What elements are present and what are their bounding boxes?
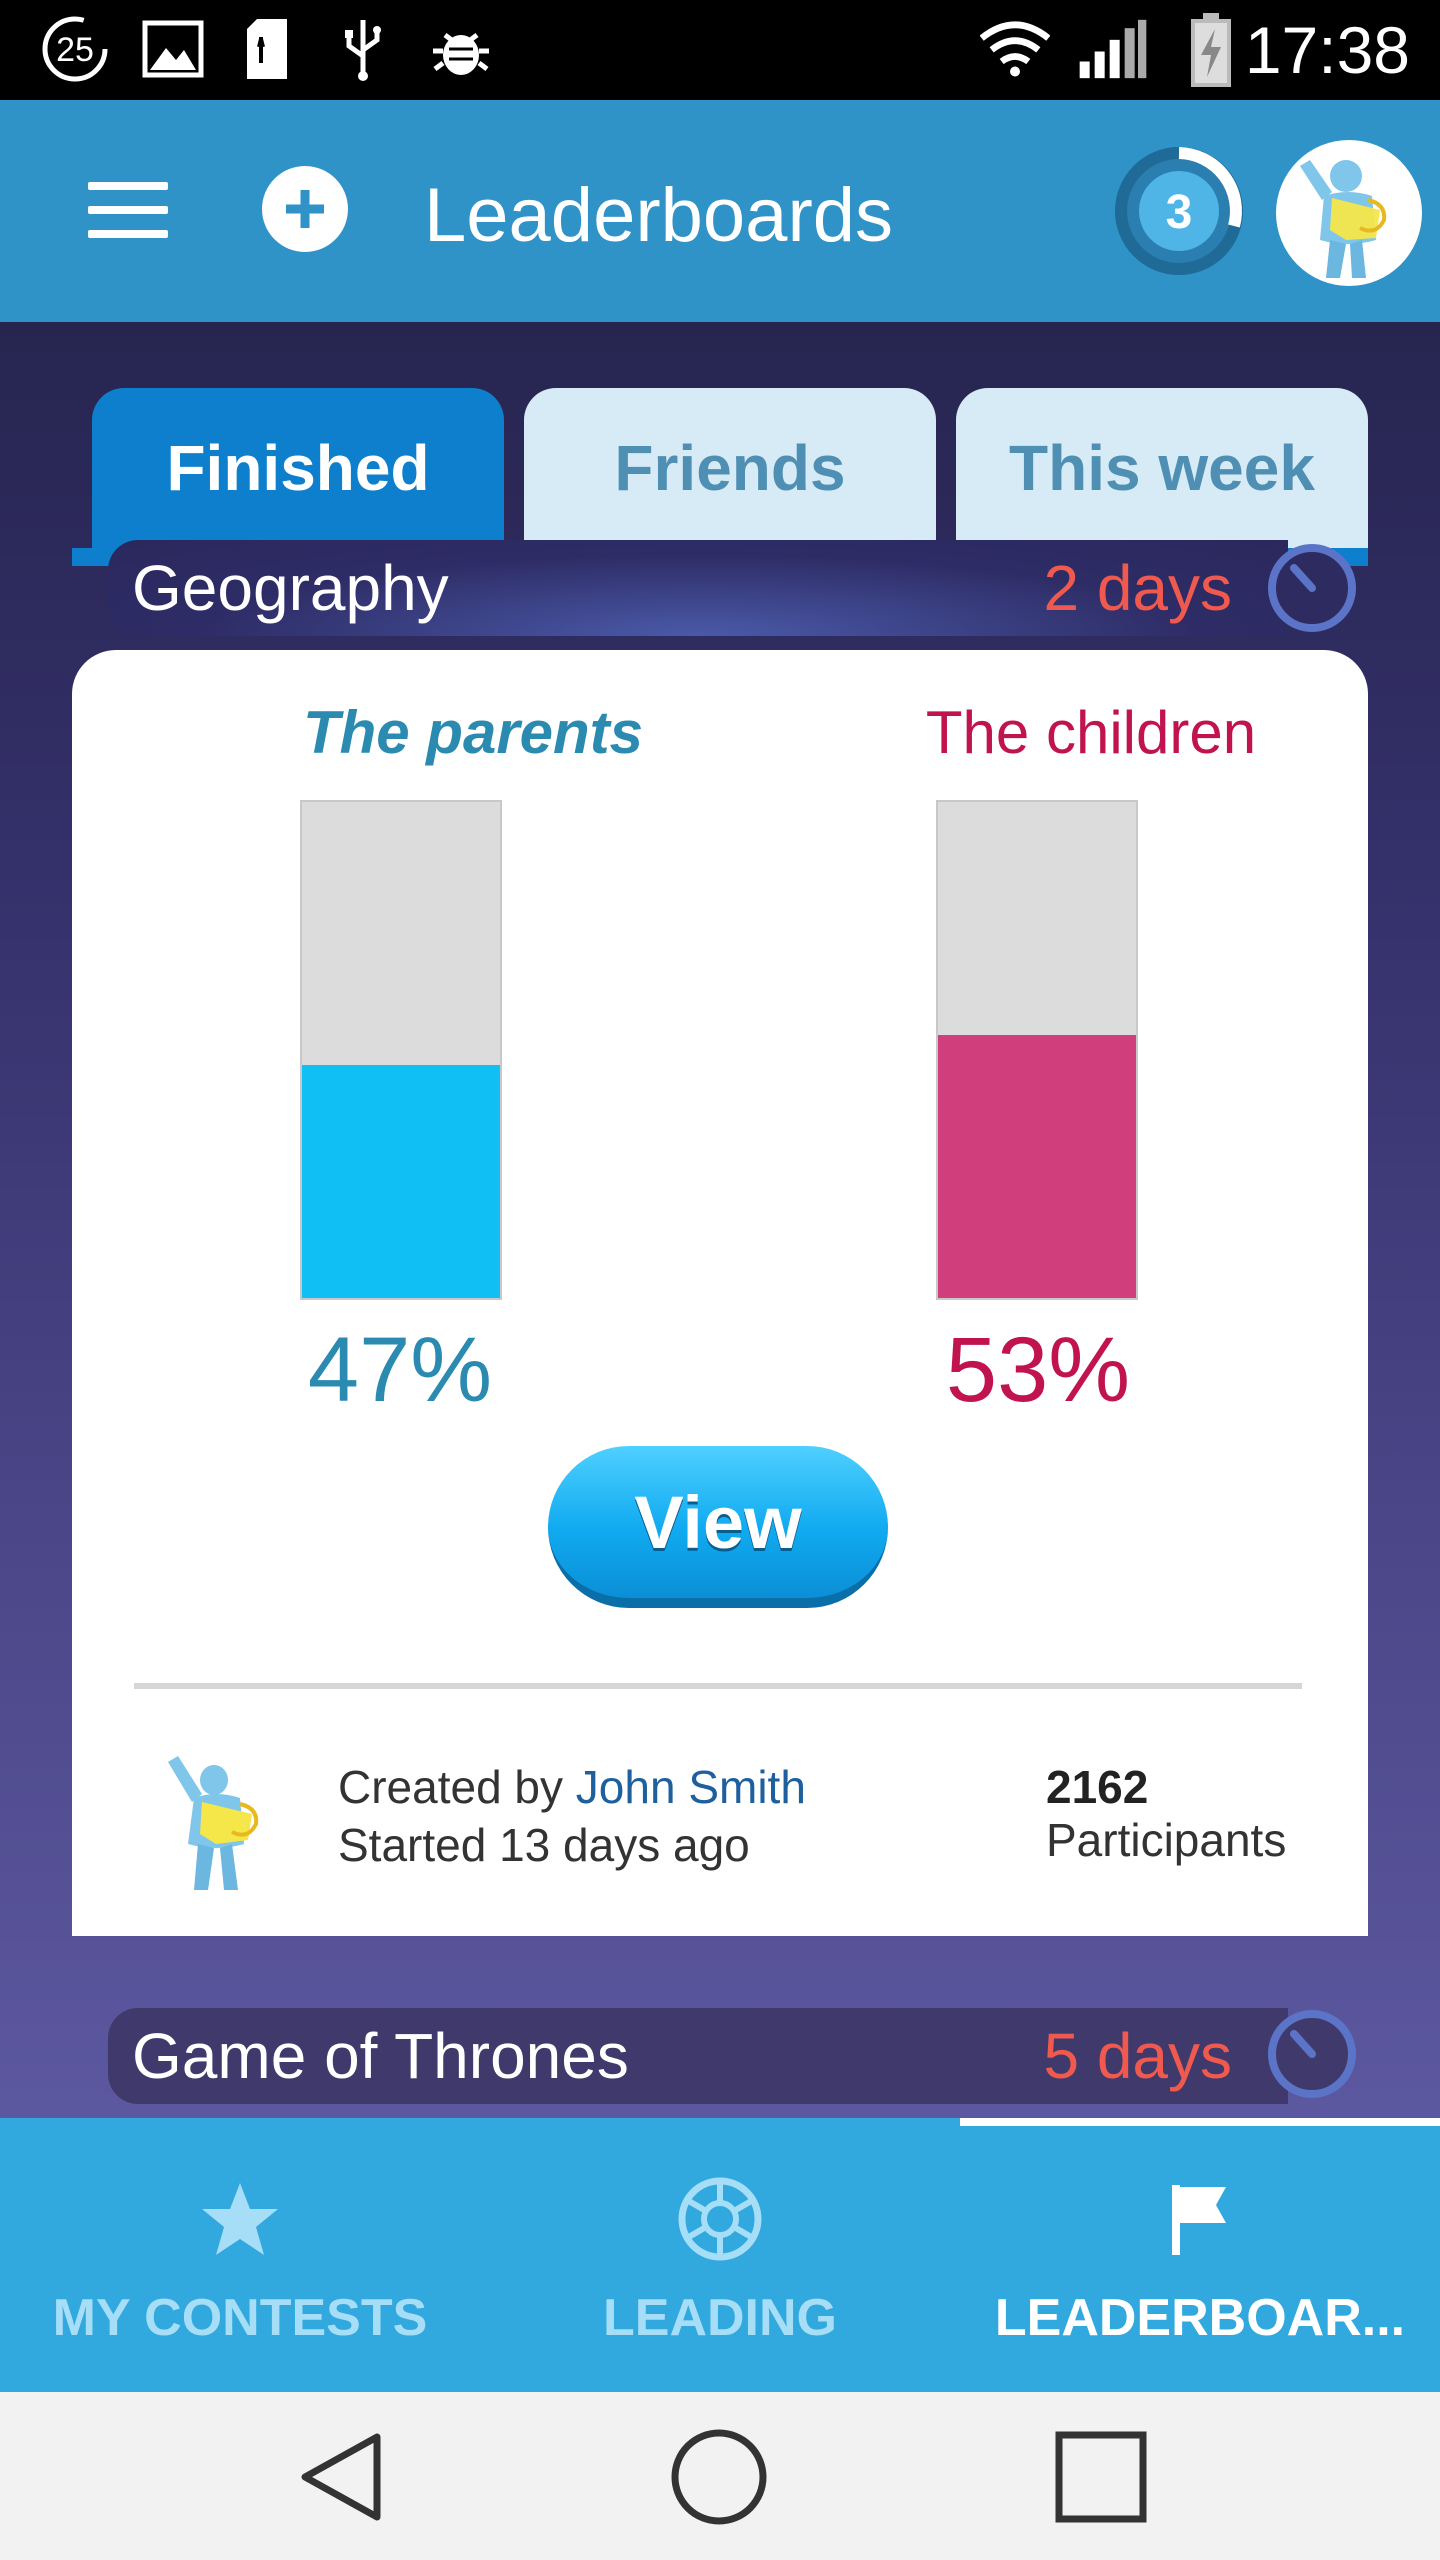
team-children-bar [936,800,1138,1300]
battery-charging-icon [1176,13,1246,87]
tab-friends[interactable]: Friends [524,388,936,548]
status-time: 17:38 [1244,13,1410,87]
nav-label: LEADERBOAR... [994,2289,1406,2347]
created-by-prefix: Created by [338,1761,576,1813]
team-parents-fill [302,1064,500,1298]
user-avatar[interactable] [1276,140,1422,286]
svg-text:3: 3 [1166,186,1193,239]
system-navigation-bar [0,2392,1440,2560]
star-icon [195,2174,285,2264]
view-button[interactable]: View [548,1446,888,1608]
level-progress-ring[interactable]: 3 [1108,140,1250,282]
image-icon [138,14,208,84]
team-parents-label: The parents [302,699,644,766]
flag-icon [1155,2174,1245,2264]
recents-icon[interactable] [1046,2422,1156,2532]
back-icon[interactable] [286,2422,396,2532]
nav-label: LEADING [603,2289,837,2347]
team-parents-percent: 47% [307,1319,493,1421]
aperture-icon [675,2174,765,2264]
nav-leaderboards[interactable]: LEADERBOAR... [960,2118,1440,2392]
debug-icon [426,14,496,84]
started-ago: Started 13 days ago [338,1819,750,1871]
bottom-navigation: MY CONTESTS LEADING LEADERBOAR... [0,2118,1440,2392]
nav-my-contests[interactable]: MY CONTESTS [0,2118,480,2392]
timer-icon [1262,2004,1362,2104]
usb-icon [328,14,398,84]
nav-leading[interactable]: LEADING [480,2118,960,2392]
notification-count-icon: 25 [40,14,110,84]
creator-avatar[interactable] [154,1740,294,1900]
nav-label: MY CONTESTS [52,2289,428,2347]
tab-finished[interactable]: Finished [92,388,504,548]
add-icon[interactable] [262,166,348,252]
menu-icon[interactable] [80,170,176,250]
participants-label: Participants [1046,1814,1287,1866]
contest-card: The parents The children 47% 53% View Cr… [72,650,1368,1936]
sd-card-icon [232,14,302,84]
team-children-label: The children [925,699,1257,766]
divider [134,1683,1302,1689]
contest-header-geography[interactable]: Geography 2 days [108,540,1288,636]
contest-time-left: 5 days [1043,2020,1232,2092]
home-icon[interactable] [664,2422,774,2532]
signal-icon [1078,14,1148,84]
contest-time-left: 2 days [1043,552,1232,624]
status-bar: 25 17:38 [0,0,1440,100]
timer-icon [1262,538,1362,638]
created-by: Created by John Smith [338,1760,806,1814]
contest-name: Geography [132,552,449,624]
team-children-percent: 53% [945,1319,1131,1421]
team-children-fill [938,1035,1136,1298]
team-parents-bar [300,800,502,1300]
wifi-icon [980,14,1050,84]
contest-name: Game of Thrones [132,2020,629,2092]
creator-name-link[interactable]: John Smith [576,1761,806,1813]
page-title: Leaderboards [424,173,894,258]
contest-header-game-of-thrones[interactable]: Game of Thrones 5 days [108,2008,1288,2104]
svg-text:25: 25 [56,31,94,69]
tab-this-week[interactable]: This week [956,388,1368,548]
app-bar: Leaderboards 3 [0,100,1440,322]
participants-count: 2162 [1046,1761,1149,1813]
